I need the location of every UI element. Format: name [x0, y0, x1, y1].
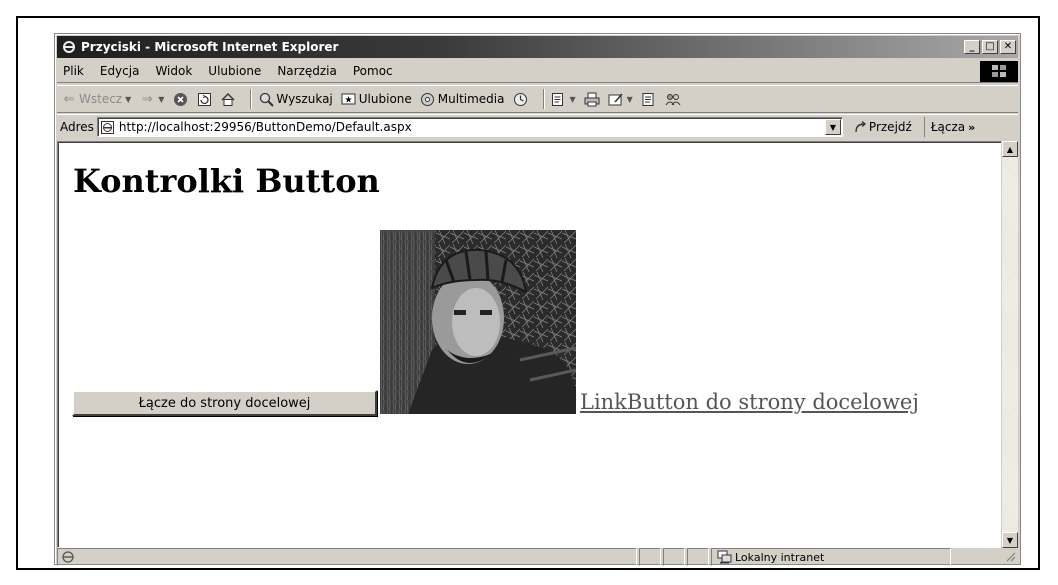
back-button[interactable]: ⇐ Wstecz ▼ — [61, 91, 132, 107]
mail-button[interactable]: ▼ — [551, 91, 576, 107]
stop-button[interactable] — [172, 91, 188, 107]
menu-help[interactable]: Pomoc — [345, 64, 401, 78]
image-button[interactable] — [380, 230, 576, 414]
status-bar: Lokalny intranet — [57, 548, 1018, 566]
title-bar[interactable]: Przyciski - Microsoft Internet Explorer … — [57, 36, 1018, 58]
discuss-button[interactable] — [641, 91, 657, 107]
cyclist-photo — [380, 230, 576, 414]
maximize-button[interactable]: □ — [982, 40, 998, 54]
address-label: Adres — [60, 120, 94, 134]
windows-logo — [980, 60, 1018, 82]
history-icon — [513, 91, 529, 107]
chevron-down-icon: ▼ — [626, 94, 633, 104]
edit-button[interactable]: ▼ — [608, 91, 633, 107]
forward-arrow-icon: ⇒ — [141, 91, 153, 107]
messenger-icon — [665, 91, 681, 107]
home-button[interactable] — [220, 91, 236, 107]
browser-window: Przyciski - Microsoft Internet Explorer … — [54, 33, 1021, 566]
status-panel — [639, 548, 661, 566]
go-button[interactable]: Przejdź — [853, 119, 912, 135]
links-label: Łącza — [930, 120, 966, 134]
chevron-down-icon: ▼ — [125, 94, 132, 104]
window-controls: _ □ ✕ — [962, 40, 1016, 54]
chevron-down-icon: ▼ — [569, 94, 576, 104]
chevron-down-icon: ▼ — [158, 94, 165, 104]
history-button[interactable] — [513, 91, 529, 107]
ie-icon — [61, 39, 77, 55]
toolbar-separator — [250, 89, 253, 109]
home-icon — [220, 91, 236, 107]
chevron-down-icon: ▼ — [1006, 535, 1014, 545]
minimize-button[interactable]: _ — [964, 40, 980, 54]
close-button[interactable]: ✕ — [1000, 40, 1016, 54]
link-button[interactable]: LinkButton do strony docelowej — [580, 390, 919, 414]
target-page-button[interactable]: Łącze do strony docelowej — [72, 390, 377, 416]
address-bar: Adres http://localhost:29956/ButtonDemo/… — [57, 114, 1018, 139]
chevron-up-icon: ▲ — [1006, 144, 1014, 154]
address-input[interactable]: http://localhost:29956/ButtonDemo/Defaul… — [96, 117, 843, 137]
go-icon — [853, 119, 869, 135]
vertical-scrollbar[interactable]: ▲ ▼ — [1001, 141, 1018, 548]
print-button[interactable] — [584, 91, 600, 107]
page-title: Kontrolki Button — [73, 162, 380, 200]
ie-page-icon — [60, 549, 76, 565]
favorites-button[interactable]: ★ Ulubione — [341, 91, 412, 107]
mail-icon — [551, 91, 567, 107]
zone-label: Lokalny intranet — [735, 550, 825, 564]
media-button[interactable]: Multimedia — [420, 91, 505, 107]
search-icon — [258, 91, 274, 107]
back-arrow-icon: ⇐ — [63, 91, 75, 107]
menu-edit[interactable]: Edycja — [92, 64, 148, 78]
print-icon — [584, 91, 600, 107]
messenger-button[interactable] — [665, 91, 681, 107]
address-url: http://localhost:29956/ButtonDemo/Defaul… — [118, 120, 412, 134]
favorites-icon: ★ — [341, 91, 357, 107]
stop-icon — [172, 91, 188, 107]
media-icon — [420, 91, 436, 107]
page-icon — [100, 119, 116, 135]
status-main — [57, 548, 637, 566]
refresh-button[interactable] — [196, 91, 212, 107]
go-label: Przejdź — [868, 120, 912, 134]
menu-tools[interactable]: Narzędzia — [269, 64, 345, 78]
refresh-icon — [196, 91, 212, 107]
chevron-down-icon: ▼ — [829, 122, 836, 132]
discuss-icon — [641, 91, 657, 107]
page-content: Kontrolki Button Łącze do strony docelow… — [57, 141, 1003, 548]
links-button[interactable]: Łącza » — [923, 117, 976, 137]
status-panel — [663, 548, 685, 566]
search-button[interactable]: Wyszukaj — [258, 91, 333, 107]
menu-view[interactable]: Widok — [147, 64, 200, 78]
address-dropdown-button[interactable]: ▼ — [824, 119, 841, 135]
forward-button[interactable]: ⇒ ▼ — [139, 91, 165, 107]
menu-file[interactable]: Plik — [57, 64, 92, 78]
svg-text:★: ★ — [345, 96, 353, 106]
links-chevron: » — [968, 120, 976, 134]
resize-grip-icon[interactable] — [1004, 550, 1018, 564]
menu-favorites[interactable]: Ulubione — [200, 64, 269, 78]
menu-bar: Plik Edycja Widok Ulubione Narzędzia Pom… — [57, 60, 1018, 83]
edit-icon — [608, 91, 624, 107]
security-zone: Lokalny intranet — [711, 548, 951, 566]
window-title: Przyciski - Microsoft Internet Explorer — [81, 40, 339, 54]
toolbar-separator — [542, 89, 545, 109]
scroll-up-button[interactable]: ▲ — [1002, 141, 1018, 157]
scroll-down-button[interactable]: ▼ — [1002, 532, 1018, 548]
status-panel — [687, 548, 709, 566]
intranet-icon — [716, 549, 732, 565]
toolbar: ⇐ Wstecz ▼ ⇒ ▼ Wyszukaj ★ Ulubione Multi… — [57, 85, 1018, 113]
